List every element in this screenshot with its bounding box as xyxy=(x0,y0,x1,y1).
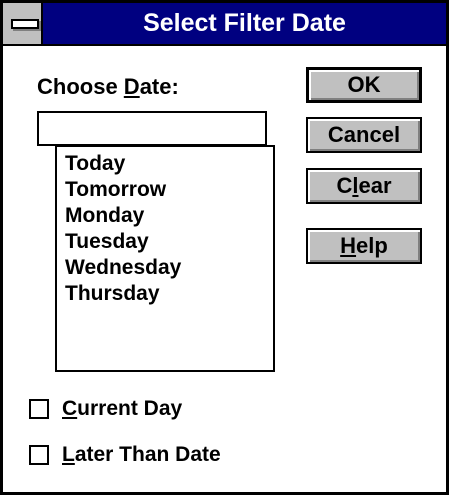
choose-date-label-prefix: Choose xyxy=(37,74,124,99)
list-item[interactable]: Thursday xyxy=(65,281,273,307)
current-day-label-mnemonic: C xyxy=(62,397,78,420)
list-item[interactable]: Tuesday xyxy=(65,229,273,255)
title-bar: Select Filter Date xyxy=(3,3,446,46)
choose-date-label-mnemonic: D xyxy=(123,74,140,99)
date-list[interactable]: Today Tomorrow Monday Tuesday Wednesday … xyxy=(55,145,275,372)
later-than-date-option[interactable]: Later Than Date xyxy=(29,442,221,468)
current-day-option[interactable]: Current Day xyxy=(29,396,182,422)
help-button-suffix: elp xyxy=(356,233,388,258)
current-day-label-suffix: urrent Day xyxy=(77,397,183,420)
later-than-date-label-suffix: ater Than Date xyxy=(74,443,221,466)
list-item[interactable]: Today xyxy=(65,151,273,177)
later-than-date-label-mnemonic: L xyxy=(62,443,75,466)
choose-date-label-suffix: ate: xyxy=(139,74,179,99)
select-filter-date-dialog: Select Filter Date Choose Date: Today To… xyxy=(0,0,449,495)
list-item[interactable]: Monday xyxy=(65,203,273,229)
later-than-date-label: Later Than Date xyxy=(62,443,221,467)
window-title: Select Filter Date xyxy=(143,9,346,37)
clear-button-prefix: C xyxy=(336,173,353,198)
current-day-label: Current Day xyxy=(62,397,182,421)
help-button-mnemonic: H xyxy=(340,233,357,258)
date-input[interactable] xyxy=(37,111,267,146)
system-menu-icon xyxy=(11,19,39,29)
choose-date-label: Choose Date: xyxy=(37,74,179,100)
system-menu-button[interactable] xyxy=(3,3,43,44)
ok-button[interactable]: OK xyxy=(306,67,422,103)
cancel-button[interactable]: Cancel xyxy=(306,117,422,153)
clear-button-suffix: ear xyxy=(358,173,392,198)
current-day-checkbox[interactable] xyxy=(29,399,49,419)
list-item[interactable]: Wednesday xyxy=(65,255,273,281)
list-item[interactable]: Tomorrow xyxy=(65,177,273,203)
later-than-date-checkbox[interactable] xyxy=(29,445,49,465)
help-button[interactable]: Help xyxy=(306,228,422,264)
clear-button[interactable]: Clear xyxy=(306,168,422,204)
